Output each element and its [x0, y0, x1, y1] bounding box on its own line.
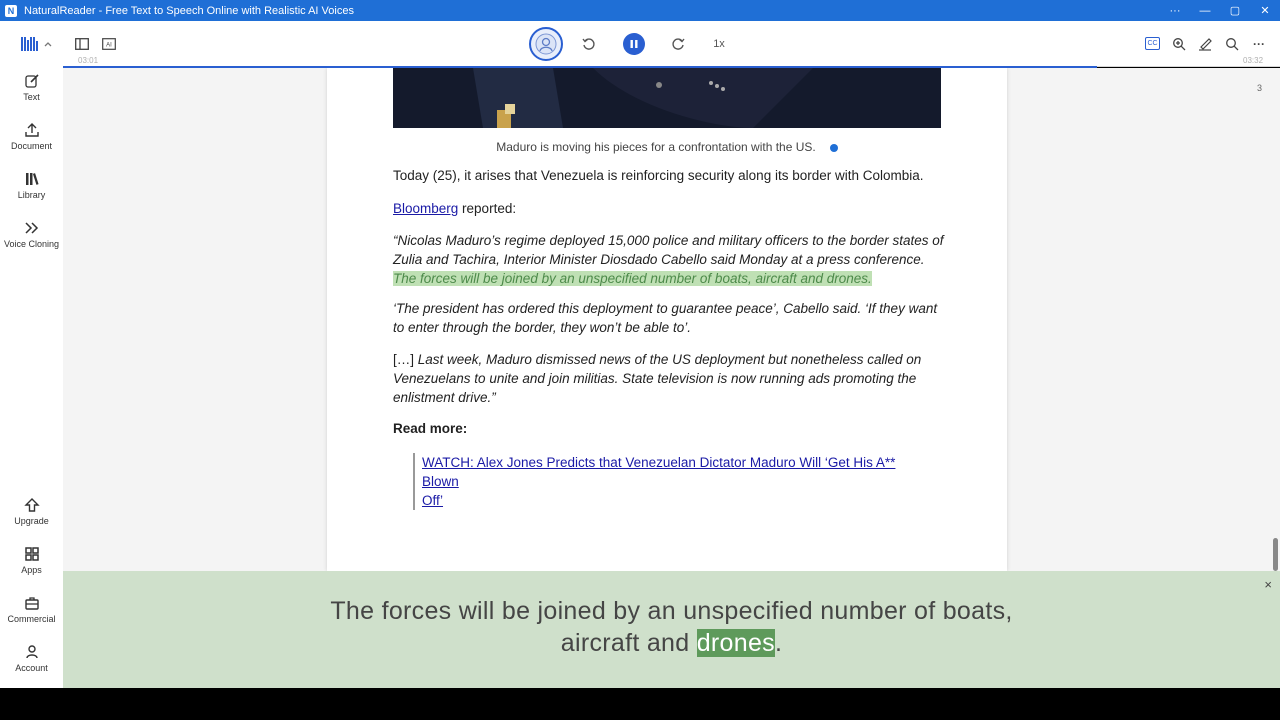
paragraph-5: […] Last week, Maduro dismissed news of … [393, 350, 953, 407]
paragraph-4-line-1: ‘The president has ordered this deployme… [393, 301, 938, 316]
search-icon [1226, 38, 1239, 51]
highlighter-pen-icon [1199, 38, 1212, 51]
sidebar-panel-icon [75, 38, 89, 50]
captions-button[interactable]: CC [1145, 37, 1160, 50]
current-sentence-highlight: The forces will be joined by an unspecif… [393, 271, 872, 286]
ai-button[interactable]: AI [101, 37, 117, 51]
window-restore-button[interactable]: ▢ [1220, 4, 1250, 17]
zoom-in-button[interactable] [1171, 36, 1187, 52]
search-button[interactable] [1224, 36, 1240, 52]
window-more-button[interactable]: ··· [1160, 5, 1190, 17]
photo-image [393, 68, 941, 128]
sidebar-item-apps[interactable]: Apps [0, 546, 63, 575]
annotate-button[interactable] [1197, 36, 1213, 52]
sidebar-item-label: Account [15, 663, 48, 673]
pause-icon [630, 40, 638, 48]
sidebar: Text Document Library Voice Cloning Upgr… [0, 21, 63, 688]
svg-text:AI: AI [106, 43, 112, 49]
related-article-link[interactable]: WATCH: Alex Jones Predicts that Venezuel… [422, 453, 933, 510]
subtitle-text: The forces will be joined by an unspecif… [63, 595, 1280, 659]
paragraph-4: ‘The president has ordered this deployme… [393, 299, 953, 337]
subtitle-close-button[interactable]: × [1264, 577, 1272, 592]
sidebar-item-label: Text [23, 92, 40, 102]
bottom-black-bar [0, 688, 1280, 720]
related-article-link-line-2: Off’ [422, 493, 444, 508]
sidebar-item-label: Commercial [7, 614, 56, 624]
read-more-heading: Read more: [393, 421, 468, 436]
naturalreader-logo-icon[interactable] [21, 35, 53, 53]
sidebar-item-commercial[interactable]: Commercial [0, 595, 63, 624]
elapsed-time: 03:01 [78, 56, 99, 65]
page-number: 3 [1256, 83, 1262, 93]
speed-button[interactable]: 1x [708, 35, 730, 53]
caption-text: Maduro is moving his pieces for a confro… [496, 140, 816, 154]
window-title: NaturalReader - Free Text to Speech Onli… [24, 4, 354, 17]
paragraph-1: Today (25), it arises that Venezuela is … [393, 168, 924, 183]
window-titlebar: N NaturalReader - Free Text to Speech On… [0, 0, 1280, 21]
toggle-sidebar-button[interactable] [74, 37, 90, 51]
paragraph-3-line-2: Zulia and Tachira, Interior Minister Dio… [393, 252, 925, 267]
photo-caption: Maduro is moving his pieces for a confro… [393, 140, 941, 154]
sidebar-item-label: Apps [21, 565, 42, 575]
rewind-button[interactable] [581, 36, 597, 52]
paragraph-5-line-1: Last week, Maduro dismissed news of the … [417, 352, 922, 367]
upgrade-arrow-icon [23, 498, 40, 512]
person-icon [25, 645, 38, 659]
sidebar-item-label: Voice Cloning [3, 239, 60, 249]
playback-progress-track[interactable] [1097, 66, 1280, 67]
subtitle-line-2: aircraft and drones. [63, 627, 1280, 659]
more-options-button[interactable]: ··· [1251, 36, 1267, 52]
scrollbar-thumb[interactable] [1273, 538, 1278, 571]
paragraph-4-line-2: to enter through the border, they won’t … [393, 320, 691, 335]
article-photo [393, 68, 941, 128]
sidebar-item-label: Document [10, 141, 53, 151]
related-article-link-line-1: WATCH: Alex Jones Predicts that Venezuel… [422, 455, 896, 489]
sidebar-item-upgrade[interactable]: Upgrade [0, 497, 63, 526]
paragraph-3: “Nicolas Maduro’s regime deployed 15,000… [393, 231, 953, 288]
bloomberg-link[interactable]: Bloomberg [393, 201, 458, 216]
pause-button[interactable] [623, 33, 645, 55]
total-time: 03:32 [1243, 56, 1264, 65]
window-minimize-button[interactable]: — [1190, 5, 1220, 17]
sidebar-item-voice-cloning[interactable]: Voice Cloning [0, 220, 63, 249]
pencil-edit-icon [24, 74, 39, 88]
sidebar-item-library[interactable]: Library [0, 171, 63, 200]
sidebar-item-account[interactable]: Account [0, 644, 63, 673]
more-icon: ··· [1253, 37, 1265, 51]
sidebar-item-text[interactable]: Text [0, 73, 63, 102]
player-toolbar: AI 1x CC ··· 03:01 03:32 [63, 21, 1280, 67]
subtitle-line-1: The forces will be joined by an unspecif… [330, 597, 1013, 625]
subtitle-line-2-end: . [774, 629, 783, 657]
voice-avatar-button[interactable] [529, 27, 563, 61]
apps-grid-icon [24, 547, 39, 561]
current-word-highlight: drones [696, 629, 775, 657]
subtitle-line-2-text: aircraft and [560, 629, 697, 657]
paragraph-2: Bloomberg reported: [393, 199, 953, 218]
app-icon: N [5, 4, 17, 17]
zoom-in-icon [1173, 38, 1186, 51]
paragraph-5-prefix: […] [393, 352, 418, 367]
window-close-button[interactable]: ✕ [1250, 4, 1280, 17]
read-more-quote: WATCH: Alex Jones Predicts that Venezuel… [413, 453, 933, 510]
subtitle-panel: × The forces will be joined by an unspec… [63, 571, 1280, 688]
sidebar-item-document[interactable]: Document [0, 122, 63, 151]
books-icon [25, 173, 39, 185]
briefcase-icon [24, 597, 39, 610]
forward-button[interactable] [670, 36, 686, 52]
paragraph-2-text: reported: [458, 201, 517, 216]
sidebar-item-label: Library [17, 190, 46, 200]
sidebar-item-label: Upgrade [14, 516, 49, 526]
rewind-icon [582, 38, 595, 50]
chevrons-icon [24, 222, 38, 234]
upload-icon [24, 123, 39, 137]
paragraph-5-line-3: enlistment drive.” [393, 390, 496, 405]
paragraph-5-line-2: Venezuelans to unite and join militias. … [393, 371, 917, 386]
ai-icon: AI [102, 38, 116, 50]
avatar-person-icon [535, 33, 557, 55]
document-page: Maduro is moving his pieces for a confro… [327, 68, 1007, 571]
document-viewer: Maduro is moving his pieces for a confro… [63, 68, 1280, 571]
paragraph-3-line-1: “Nicolas Maduro’s regime deployed 15,000… [393, 233, 944, 248]
reading-position-dot [829, 143, 838, 152]
forward-icon [672, 38, 685, 50]
